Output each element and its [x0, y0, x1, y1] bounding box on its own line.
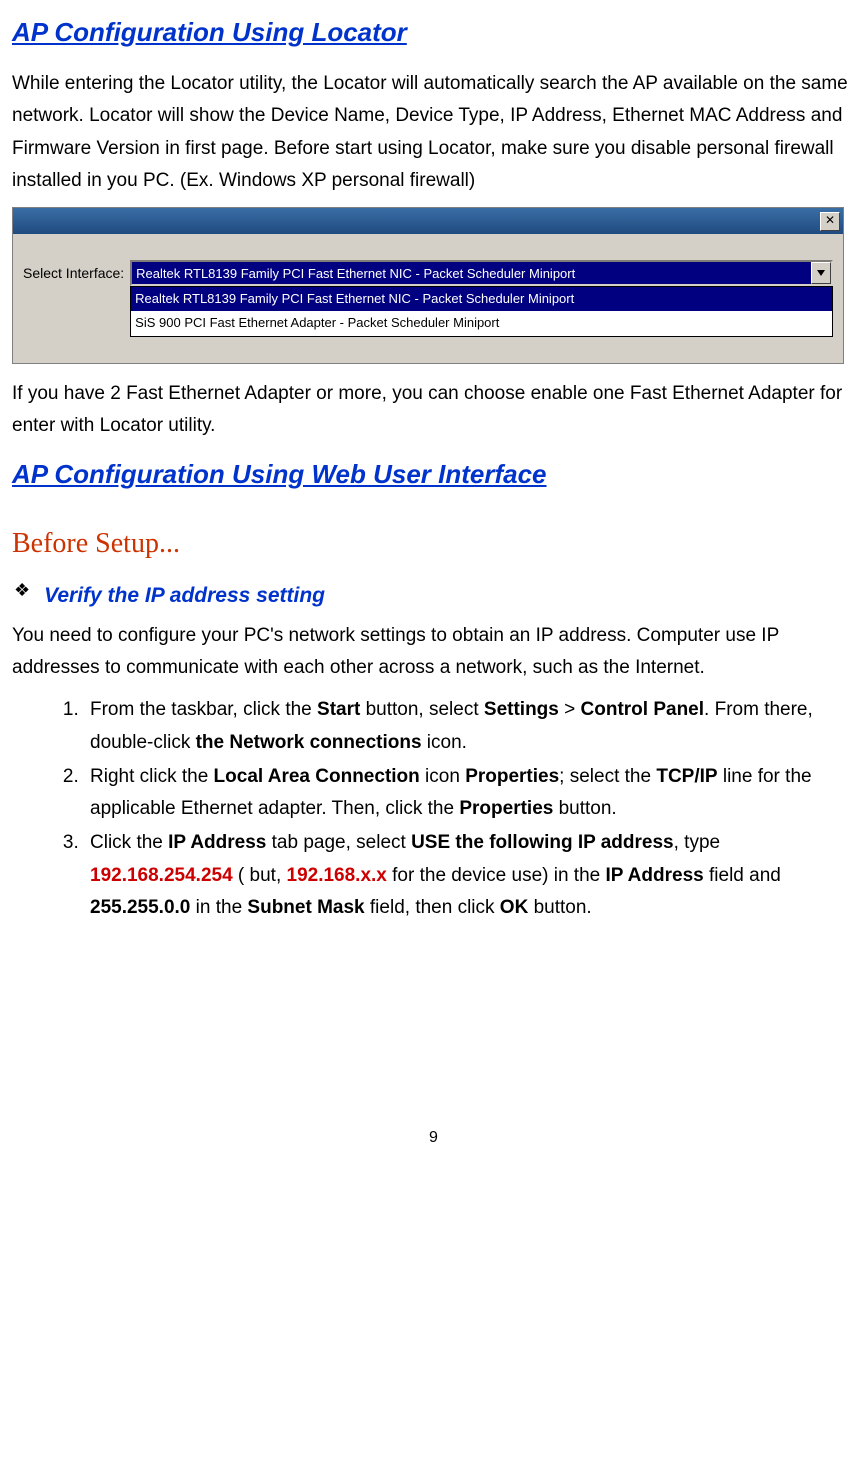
text: field, then click — [365, 897, 500, 918]
bold: IP Address — [606, 865, 704, 886]
bold: Settings — [484, 699, 559, 720]
paragraph-intro-locator: While entering the Locator utility, the … — [12, 68, 855, 197]
interface-selected-value: Realtek RTL8139 Family PCI Fast Ethernet… — [132, 262, 811, 284]
step-3: Click the IP Address tab page, select US… — [84, 827, 855, 924]
ip-device: 192.168.x.x — [287, 865, 387, 886]
text: icon. — [422, 732, 467, 753]
text: button. — [553, 798, 616, 819]
bold: Control Panel — [581, 699, 705, 720]
interface-dropdown-list: Realtek RTL8139 Family PCI Fast Ethernet… — [130, 286, 833, 336]
heading-ap-web-ui[interactable]: AP Configuration Using Web User Interfac… — [12, 452, 855, 496]
paragraph-verify-ip: You need to configure your PC's network … — [12, 620, 855, 685]
chevron-down-icon[interactable] — [811, 262, 831, 284]
text: ( but, — [233, 865, 287, 886]
bold: Start — [317, 699, 360, 720]
step-1: From the taskbar, click the Start button… — [84, 694, 855, 759]
text: , type — [674, 832, 720, 853]
heading-ap-locator[interactable]: AP Configuration Using Locator — [12, 10, 855, 54]
verify-ip-label: Verify the IP address setting — [44, 578, 325, 614]
bold: TCP/IP — [656, 766, 717, 787]
bold: 255.255.0.0 — [90, 897, 190, 918]
bold: USE the following IP address — [411, 832, 674, 853]
close-button[interactable]: ✕ — [820, 212, 840, 231]
text: field and — [704, 865, 781, 886]
dialog-titlebar: ✕ — [13, 208, 843, 234]
interface-combo: Realtek RTL8139 Family PCI Fast Ethernet… — [130, 260, 833, 336]
paragraph-two-adapters: If you have 2 Fast Ethernet Adapter or m… — [12, 378, 855, 443]
text: button, select — [360, 699, 484, 720]
diamond-bullet-icon: ❖ — [14, 578, 30, 614]
bold: OK — [500, 897, 529, 918]
text: tab page, select — [266, 832, 411, 853]
text: for the device use) in the — [387, 865, 606, 886]
ip-example: 192.168.254.254 — [90, 865, 233, 886]
text: in the — [190, 897, 247, 918]
select-interface-label: Select Interface: — [23, 260, 124, 286]
text: Click the — [90, 832, 168, 853]
verify-ip-bullet: ❖ Verify the IP address setting — [14, 578, 855, 614]
bold: the Network connections — [196, 732, 422, 753]
interface-option[interactable]: SiS 900 PCI Fast Ethernet Adapter - Pack… — [131, 311, 832, 335]
bold: Properties — [459, 798, 553, 819]
interface-option[interactable]: Realtek RTL8139 Family PCI Fast Ethernet… — [131, 287, 832, 311]
bold: Subnet Mask — [247, 897, 364, 918]
text: ; select the — [559, 766, 656, 787]
text: Right click the — [90, 766, 214, 787]
before-setup-heading: Before Setup... — [12, 520, 855, 568]
page-number: 9 — [12, 1124, 855, 1151]
text: > — [559, 699, 581, 720]
bold: Local Area Connection — [214, 766, 420, 787]
bold: Properties — [465, 766, 559, 787]
bold: IP Address — [168, 832, 266, 853]
text: icon — [420, 766, 465, 787]
select-interface-dialog: ✕ Select Interface: Realtek RTL8139 Fami… — [12, 207, 844, 363]
steps-list: From the taskbar, click the Start button… — [12, 694, 855, 924]
step-2: Right click the Local Area Connection ic… — [84, 761, 855, 826]
text: From the taskbar, click the — [90, 699, 317, 720]
text: button. — [528, 897, 591, 918]
dialog-body: Select Interface: Realtek RTL8139 Family… — [13, 234, 843, 362]
interface-combobox[interactable]: Realtek RTL8139 Family PCI Fast Ethernet… — [130, 260, 833, 286]
